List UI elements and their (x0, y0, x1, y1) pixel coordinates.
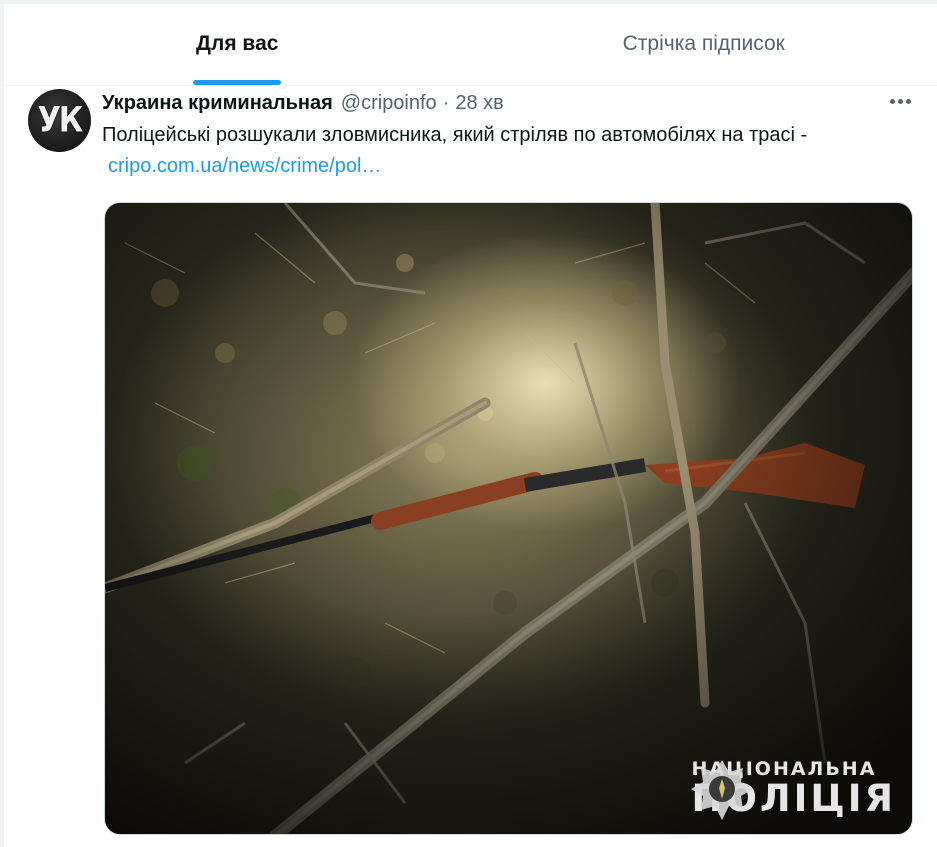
tweet-body: Поліцейські розшукали зловмисника, який … (102, 124, 808, 146)
tweet-text: Поліцейські розшукали зловмисника, який … (102, 120, 914, 182)
police-badge-icon (691, 760, 754, 820)
tweet-link[interactable]: cripo.com.ua/news/crime/pol… (108, 155, 381, 177)
more-dot (905, 98, 911, 104)
tweet[interactable]: УК Украина криминальная @cripoinfo · 28 … (4, 86, 937, 847)
tweet-header: Украина криминальная @cripoinfo · 28 хв (102, 90, 504, 116)
tab-following[interactable]: Стрічка підписок (471, 4, 937, 85)
author-handle[interactable]: @cripoinfo (341, 92, 437, 115)
header-separator: · (442, 91, 450, 114)
more-dot (889, 98, 895, 104)
tab-for-you[interactable]: Для вас (4, 4, 471, 85)
author-name[interactable]: Украина криминальная (102, 92, 333, 115)
police-watermark: НАЦІОНАЛЬНА ПОЛІЦІЯ (691, 758, 896, 820)
tab-following-label: Стрічка підписок (622, 31, 785, 55)
active-tab-indicator (193, 80, 282, 85)
avatar-logo-text: УК (37, 100, 84, 141)
tab-for-you-label: Для вас (196, 31, 279, 55)
more-icon[interactable] (882, 86, 918, 116)
tweet-photo[interactable]: НАЦІОНАЛЬНА ПОЛІЦІЯ (104, 202, 913, 835)
timeline-tabs: Для вас Стрічка підписок (4, 4, 937, 86)
tweet-timestamp[interactable]: 28 хв (455, 92, 503, 115)
more-dot (897, 98, 903, 104)
forest-floor-with-shotgun-image (105, 203, 912, 834)
avatar[interactable]: УК (28, 89, 91, 152)
